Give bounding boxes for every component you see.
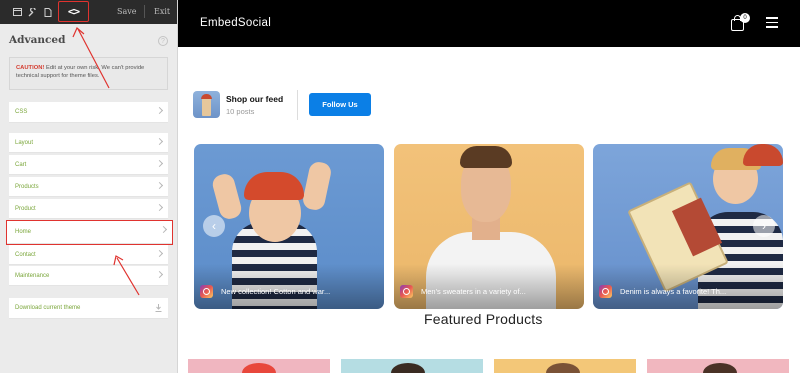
section-item-maintenance[interactable]: Maintenance <box>9 266 168 286</box>
editor-toolbar: <> Save Exit <box>0 0 177 24</box>
section-item-product[interactable]: Product <box>9 199 168 219</box>
featured-products-title: Featured Products <box>424 311 543 327</box>
feed-title: Shop our feed <box>226 94 284 104</box>
section-item-label: Layout <box>15 139 34 146</box>
caution-label: CAUTION! <box>16 65 45 71</box>
caution-notice: CAUTION! Edit at your own risk. We can't… <box>9 57 168 90</box>
post-caption: Denim is always a favorite! Th... <box>620 287 727 296</box>
section-item-home[interactable]: Home <box>6 220 173 245</box>
file-icon[interactable] <box>40 0 55 24</box>
store-header: EmbedSocial 0 <box>178 0 800 47</box>
chevron-right-icon <box>155 159 164 168</box>
css-item-label: CSS <box>15 109 28 115</box>
download-theme-button[interactable]: Download current theme <box>9 298 168 319</box>
code-editor-button[interactable]: <> <box>58 1 89 22</box>
product-card[interactable] <box>188 359 330 373</box>
chevron-right-icon <box>155 249 164 258</box>
section-item-cart[interactable]: Cart <box>9 155 168 175</box>
cart-icon[interactable]: 0 <box>730 13 750 32</box>
product-card[interactable] <box>341 359 483 373</box>
feed-divider <box>297 90 298 120</box>
feed-avatar[interactable] <box>193 91 220 118</box>
store-logo[interactable]: EmbedSocial <box>200 17 271 29</box>
follow-us-button[interactable]: Follow Us <box>309 93 371 116</box>
save-button[interactable]: Save <box>117 7 137 16</box>
window-icon[interactable] <box>10 0 25 24</box>
section-item-layout[interactable]: Layout <box>9 133 168 153</box>
chevron-right-icon <box>155 181 164 190</box>
hamburger-menu-icon[interactable] <box>766 17 778 28</box>
product-card[interactable] <box>647 359 789 373</box>
download-theme-label: Download current theme <box>15 305 81 311</box>
section-item-contact[interactable]: Contact <box>9 245 168 265</box>
theme-editor-panel: <> Save Exit Advanced ? CAUTION! Edit at… <box>0 0 178 373</box>
wrench-icon[interactable] <box>25 0 40 24</box>
carousel-next-icon[interactable]: › <box>753 215 775 237</box>
app-window: <> Save Exit Advanced ? CAUTION! Edit at… <box>0 0 800 373</box>
chevron-right-icon <box>155 106 164 115</box>
help-icon[interactable]: ? <box>158 36 168 46</box>
chevron-right-icon <box>155 203 164 212</box>
section-item-label: Contact <box>15 251 36 258</box>
feed-post-card[interactable]: Men's sweaters in a variety of... <box>394 144 584 309</box>
download-icon <box>155 304 162 312</box>
chevron-right-icon <box>155 137 164 146</box>
feed-post-count: 10 posts <box>226 107 255 116</box>
section-item-label: Product <box>15 205 36 212</box>
chevron-right-icon <box>159 225 168 234</box>
instagram-icon <box>200 285 213 298</box>
instagram-icon <box>599 285 612 298</box>
post-caption: Men's sweaters in a variety of... <box>421 287 526 296</box>
section-item-label: Products <box>15 183 39 190</box>
product-card[interactable] <box>494 359 636 373</box>
post-caption: New collection! Cotton and war... <box>221 287 331 296</box>
section-item-label: Cart <box>15 161 27 168</box>
exit-button[interactable]: Exit <box>154 7 170 16</box>
css-item[interactable]: CSS <box>9 102 168 123</box>
section-item-products[interactable]: Products <box>9 177 168 197</box>
cart-count-badge: 0 <box>740 13 750 23</box>
section-item-label: Maintenance <box>15 272 50 279</box>
instagram-icon <box>400 285 413 298</box>
section-item-label: Home <box>15 229 32 235</box>
carousel-prev-icon[interactable]: ‹ <box>203 215 225 237</box>
chevron-right-icon <box>155 270 164 279</box>
toolbar-divider <box>144 5 145 18</box>
section-title: Advanced <box>9 34 66 46</box>
